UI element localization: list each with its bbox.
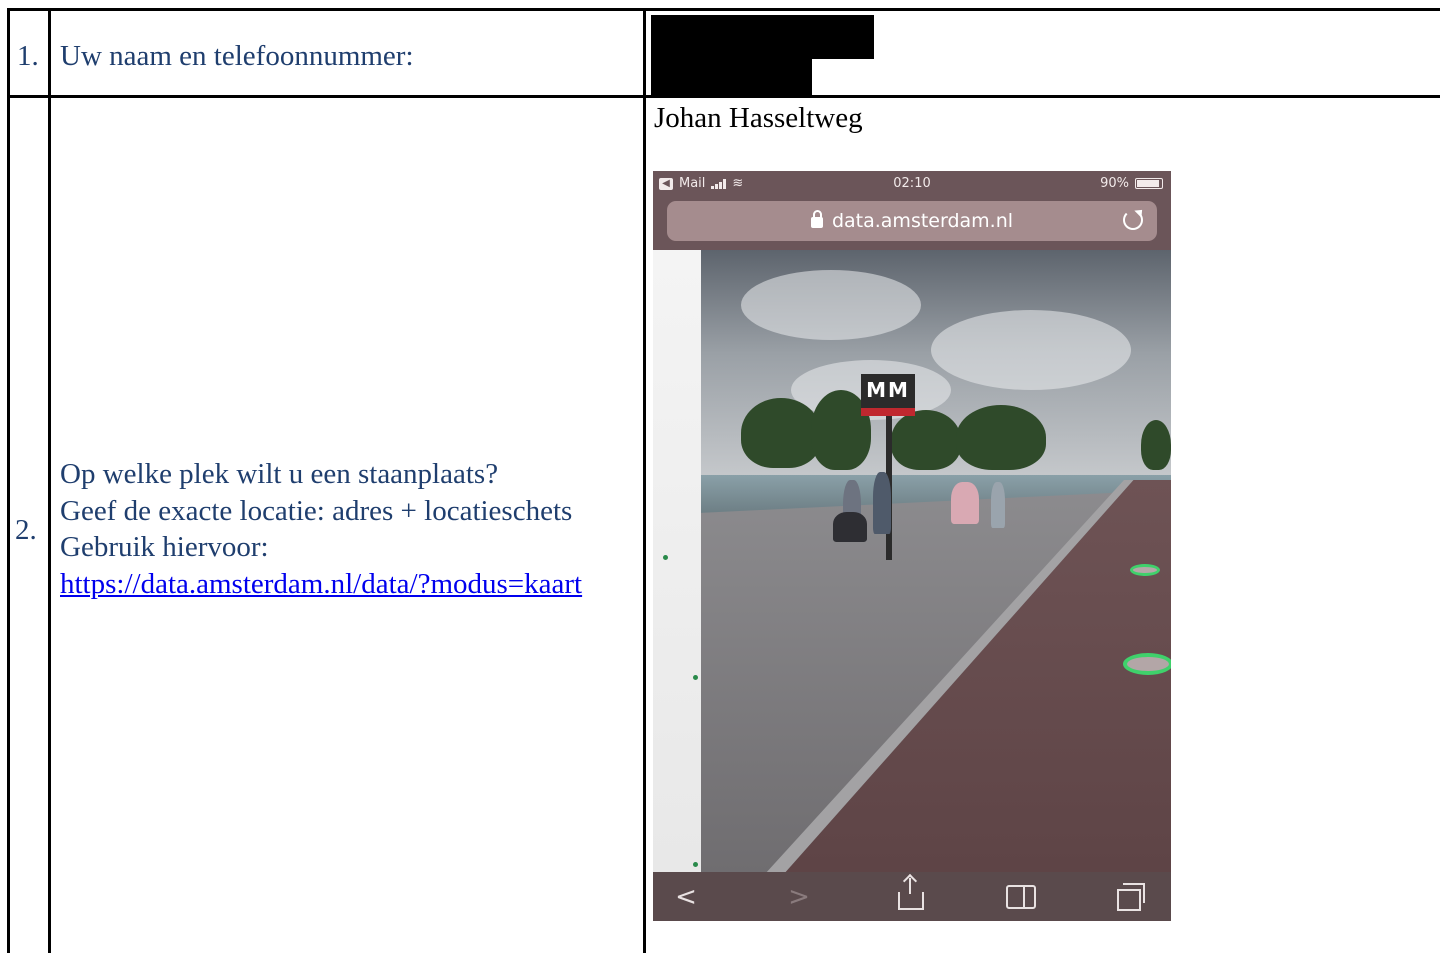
question-line: Op welke plek wilt u een staanplaats? [60, 458, 499, 490]
tabs-icon[interactable] [1114, 883, 1145, 911]
map-marker [693, 675, 698, 680]
question-line: Gebruik hiervoor: [60, 531, 269, 563]
map-marker [663, 555, 668, 560]
map-link[interactable]: https://data.amsterdam.nl/data/?modus=ka… [60, 568, 582, 600]
browser-toolbar: < > [653, 872, 1171, 921]
navigation-marker[interactable] [1130, 564, 1160, 576]
row-number-1: 1. [17, 40, 39, 72]
share-icon[interactable] [896, 878, 926, 911]
status-time: 02:10 [893, 176, 931, 191]
stroller [951, 482, 979, 524]
question-line: Geef de exacte locatie: adres + locaties… [60, 494, 573, 527]
question-name-phone: Uw naam en telefoonnummer: [60, 40, 414, 72]
status-bar: ◀ Mail ≋ 02:10 90% [653, 171, 1171, 197]
battery-icon [1135, 178, 1163, 189]
street-view-panorama[interactable]: MM [653, 250, 1171, 872]
navigation-marker[interactable] [1123, 653, 1171, 675]
lock-icon [810, 210, 823, 228]
answer-location: Johan Hasseltweg [654, 102, 863, 134]
address-url: data.amsterdam.nl [831, 210, 1014, 232]
metro-sign: MM [861, 374, 915, 416]
question-location: Op welke plek wilt u een staanplaats? Ge… [60, 456, 582, 602]
redaction-block [651, 59, 812, 97]
redaction-block [651, 15, 874, 59]
forward-button[interactable]: > [784, 883, 814, 911]
table-border-left [7, 8, 10, 953]
back-button[interactable]: < [671, 883, 701, 911]
pedestrian [991, 482, 1005, 528]
stroller [833, 512, 867, 542]
browser-header: data.amsterdam.nl [653, 197, 1171, 250]
map-marker [693, 862, 698, 867]
bookmarks-icon[interactable] [1006, 883, 1036, 911]
trees [701, 380, 1171, 480]
address-bar[interactable]: data.amsterdam.nl [667, 201, 1157, 241]
column-divider-answer [643, 8, 646, 953]
column-divider-number [48, 8, 51, 953]
map-side-panel [653, 250, 701, 872]
phone-screenshot: ◀ Mail ≋ 02:10 90% data.amsterdam.nl MM … [653, 171, 1171, 921]
pedestrian [873, 472, 891, 534]
row-number-2: 2. [15, 514, 37, 546]
battery-percent: 90% [1100, 176, 1129, 191]
table-border-top [7, 8, 1440, 11]
reload-icon[interactable] [1123, 210, 1143, 230]
